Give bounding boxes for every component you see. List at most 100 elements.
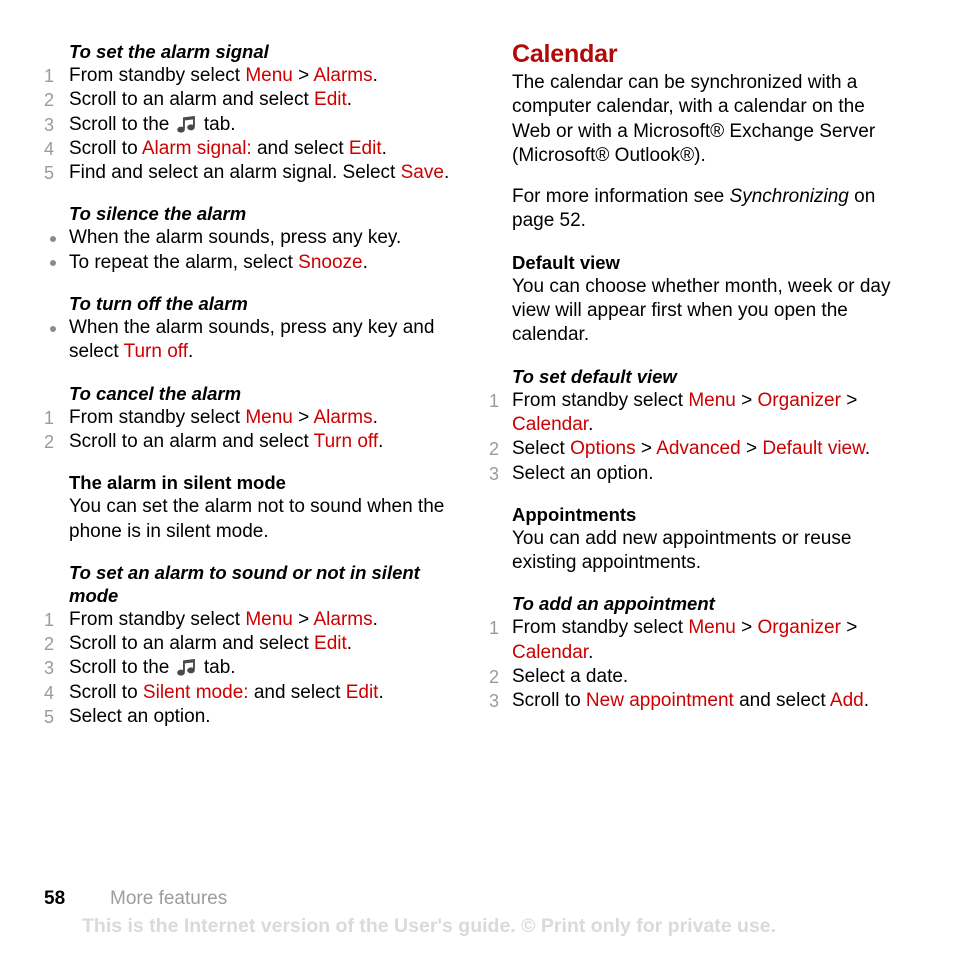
ui-reference: Calendar <box>512 641 589 663</box>
ui-reference: Organizer <box>757 617 841 639</box>
text-run: > <box>292 406 314 428</box>
subsection-heading: Default view <box>512 251 620 273</box>
text-run: From standby select <box>69 65 246 86</box>
body-paragraph: You can choose whether month, week or da… <box>512 275 891 346</box>
ui-reference: Turn off <box>313 430 379 452</box>
step-number: 1 <box>489 618 500 639</box>
text-run: . <box>346 633 353 655</box>
text-run: Select <box>512 438 571 460</box>
step-number: 3 <box>489 691 500 712</box>
procedure-block: To set an alarm to sound or not in silen… <box>44 561 464 729</box>
ui-reference: Edit <box>345 681 379 703</box>
text-run: Scroll to an alarm and select <box>69 633 315 655</box>
text-run: . <box>381 137 387 159</box>
subsection-block: Appointments You can add new appointments… <box>489 503 899 576</box>
step-list: 1 From standby select Menu > Alarms. 2 Scro… <box>44 608 464 729</box>
step-item: 1 From standby select Menu > Organizer > … <box>489 389 899 438</box>
step-list: 1 From standby select Menu > Organizer > … <box>489 616 899 713</box>
text-run: > <box>635 438 657 460</box>
ui-reference: Turn off <box>123 341 188 363</box>
step-item: 1 From standby select Menu > Alarms. <box>44 64 464 88</box>
step-number: 4 <box>44 682 55 703</box>
step-number: 5 <box>44 707 55 728</box>
text-run: When the alarm sounds, press any key. <box>69 227 402 249</box>
ui-reference: Options <box>570 438 636 460</box>
text-run: Scroll to <box>69 137 142 159</box>
step-item: 1 From standby select Menu > Alarms. <box>44 608 464 632</box>
text-run: . <box>378 681 384 703</box>
text-run: For more information see <box>512 186 730 208</box>
ui-reference: New appointment <box>585 690 734 712</box>
text-run: Scroll to the <box>69 657 175 679</box>
ui-reference: Alarms <box>313 608 373 630</box>
body-paragraph: You can set the alarm not to sound when … <box>69 496 445 542</box>
bullet-list: When the alarm sounds, press any key and… <box>44 316 464 365</box>
text-run: tab. <box>198 657 236 679</box>
step-number: 2 <box>489 667 500 688</box>
text-run: > <box>292 65 314 86</box>
ui-reference: Alarm signal: <box>141 137 252 159</box>
ui-reference: Organizer <box>757 389 841 411</box>
page-footer: 58 More features This is the Internet ve… <box>44 888 914 937</box>
cross-reference-block: For more information see Synchronizing o… <box>489 185 899 234</box>
text-run: . <box>372 406 378 428</box>
step-number: 1 <box>44 66 55 86</box>
procedure-heading: To cancel the alarm <box>69 382 242 404</box>
procedure-block: To turn off the alarm When the alarm soun… <box>44 292 464 365</box>
step-item: 3 Scroll to New appointment and select Ad… <box>489 689 899 713</box>
text-run: and select <box>248 681 346 703</box>
watermark-notice: This is the Internet version of the User… <box>82 915 777 937</box>
procedure-heading: To add an appointment <box>512 593 715 615</box>
body-paragraph: The calendar can be synchronized with a … <box>512 72 876 166</box>
step-number: 4 <box>44 138 55 159</box>
ui-reference: Add <box>829 690 864 712</box>
text-run: > <box>292 608 314 630</box>
ui-reference: Menu <box>245 406 293 428</box>
step-item: 4 Scroll to Alarm signal: and select Edit… <box>44 137 464 161</box>
ui-reference: Menu <box>245 608 293 630</box>
step-number: 3 <box>44 658 55 679</box>
bullet-item: To repeat the alarm, select Snooze. <box>44 251 464 275</box>
procedure-block: To add an appointment 1 From standby selec… <box>489 592 899 713</box>
ui-reference: Alarms <box>313 406 373 428</box>
step-item: 5 Find and select an alarm signal. Select… <box>44 161 464 185</box>
text-run: . <box>362 251 368 273</box>
subsection-heading: Appointments <box>512 503 637 525</box>
music-note-icon <box>176 115 197 134</box>
step-number: 2 <box>44 431 55 452</box>
bullet-dot-icon <box>50 235 56 242</box>
step-item: 2 Scroll to an alarm and select Edit. <box>44 632 464 656</box>
text-run: . <box>378 430 384 452</box>
text-run: From standby select <box>512 389 689 411</box>
step-item: 2 Select Options > Advanced > Default vie… <box>489 437 899 461</box>
step-number: 2 <box>44 90 55 111</box>
step-item: 3 Select an option. <box>489 462 899 486</box>
text-run: Scroll to <box>69 681 143 703</box>
text-run: > <box>840 617 858 639</box>
step-item: 2 Scroll to an alarm and select Edit. <box>44 88 464 112</box>
step-item: 3 Scroll to the tab. <box>44 113 464 137</box>
body-paragraph: For more information see Synchronizing o… <box>489 185 899 234</box>
bullet-dot-icon <box>50 325 56 332</box>
procedure-block: To cancel the alarm 1 From standby select … <box>44 382 464 455</box>
text-run: Scroll to <box>512 690 586 712</box>
music-note-icon <box>176 659 197 677</box>
text-run: Select a date. <box>512 666 629 688</box>
step-number: 1 <box>489 390 500 411</box>
ui-reference: Save <box>400 162 444 184</box>
text-run: . <box>588 641 594 663</box>
ui-reference: Edit <box>314 89 347 111</box>
procedure-block: To silence the alarm When the alarm sound… <box>44 202 464 275</box>
text-run: From standby select <box>69 608 246 630</box>
text-run: > <box>735 389 758 411</box>
step-number: 3 <box>44 114 55 135</box>
text-run: . <box>863 690 870 712</box>
text-run: Select an option. <box>512 462 654 484</box>
step-number: 3 <box>489 463 500 484</box>
chapter-name: More features <box>110 888 228 909</box>
step-number: 5 <box>44 163 55 184</box>
text-run: Select an option. <box>69 706 211 728</box>
procedure-heading: To silence the alarm <box>69 203 247 225</box>
step-list: 1 From standby select Menu > Organizer > … <box>489 389 899 486</box>
text-run: > <box>840 389 858 411</box>
